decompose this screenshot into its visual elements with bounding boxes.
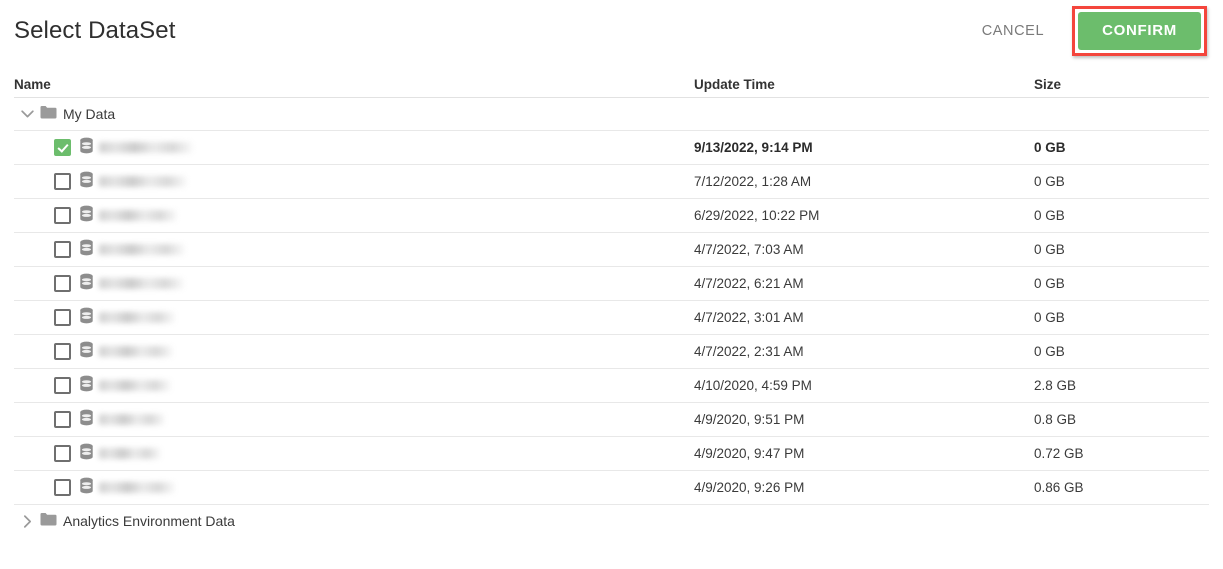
table-row[interactable]: 4/7/2022, 6:21 AM 0 GB [14, 267, 1209, 301]
cell-name [14, 443, 694, 465]
table-row[interactable]: 6/29/2022, 10:22 PM 0 GB [14, 199, 1209, 233]
database-icon [79, 239, 94, 261]
cell-update-time: 6/29/2022, 10:22 PM [694, 208, 820, 223]
chevron-down-icon[interactable] [14, 107, 40, 122]
cell-size: 0 GB [1034, 208, 1065, 223]
dataset-name [99, 448, 161, 459]
dataset-name [99, 414, 165, 425]
table-row[interactable]: 4/9/2020, 9:47 PM 0.72 GB [14, 437, 1209, 471]
cell-update-time: 4/7/2022, 7:03 AM [694, 242, 804, 257]
row-checkbox[interactable] [54, 207, 71, 224]
confirm-button-highlight: CONFIRM [1072, 6, 1207, 56]
cancel-button[interactable]: CANCEL [968, 13, 1058, 49]
row-checkbox[interactable] [54, 343, 71, 360]
table-row[interactable]: 4/9/2020, 9:26 PM 0.86 GB [14, 471, 1209, 505]
dataset-name [99, 244, 185, 255]
cell-name [14, 273, 694, 295]
confirm-button[interactable]: CONFIRM [1078, 12, 1201, 50]
cell-name [14, 375, 694, 397]
cell-name [14, 341, 694, 363]
database-icon [79, 443, 94, 465]
dataset-name [99, 278, 184, 289]
dataset-name [99, 176, 187, 187]
dataset-table: Name Update Time Size My Data 9/13/2022, … [0, 62, 1223, 537]
table-row[interactable]: 4/7/2022, 3:01 AM 0 GB [14, 301, 1209, 335]
dialog-actions: CANCEL CONFIRM [968, 6, 1209, 56]
table-row[interactable]: 4/9/2020, 9:51 PM 0.8 GB [14, 403, 1209, 437]
database-icon [79, 375, 94, 397]
column-header-update-time[interactable]: Update Time [694, 77, 1034, 92]
cell-size: 0.8 GB [1034, 412, 1077, 427]
folder-row[interactable]: Analytics Environment Data [14, 505, 1209, 537]
cell-name [14, 477, 694, 499]
cell-size: 0 GB [1034, 310, 1065, 325]
cell-update-time: 4/10/2020, 4:59 PM [694, 378, 812, 393]
table-row[interactable]: 4/7/2022, 7:03 AM 0 GB [14, 233, 1209, 267]
folder-icon [40, 512, 57, 531]
dataset-name [99, 210, 177, 221]
row-checkbox[interactable] [54, 377, 71, 394]
database-icon [79, 171, 94, 193]
table-row[interactable]: 7/12/2022, 1:28 AM 0 GB [14, 165, 1209, 199]
cell-update-time: 4/7/2022, 2:31 AM [694, 344, 804, 359]
folder-icon [40, 105, 57, 124]
cell-size: 2.8 GB [1034, 378, 1077, 393]
cell-update-time: 4/9/2020, 9:51 PM [694, 412, 805, 427]
cell-update-time: 4/9/2020, 9:47 PM [694, 446, 805, 461]
cell-update-time: 4/7/2022, 3:01 AM [694, 310, 804, 325]
folder-label: Analytics Environment Data [63, 513, 235, 529]
column-header-size[interactable]: Size [1034, 77, 1194, 92]
cell-update-time: 7/12/2022, 1:28 AM [694, 174, 812, 189]
database-icon [79, 307, 94, 329]
table-row[interactable]: 9/13/2022, 9:14 PM 0 GB [14, 131, 1209, 165]
cell-size: 0.72 GB [1034, 446, 1084, 461]
dataset-name [99, 312, 175, 323]
database-icon [79, 137, 94, 159]
row-checkbox[interactable] [54, 173, 71, 190]
page-title: Select DataSet [14, 17, 176, 44]
table-header-row: Name Update Time Size [14, 62, 1209, 98]
row-checkbox[interactable] [54, 309, 71, 326]
cell-size: 0 GB [1034, 174, 1065, 189]
row-checkbox[interactable] [54, 445, 71, 462]
database-icon [79, 205, 94, 227]
database-icon [79, 273, 94, 295]
folder-label: My Data [63, 106, 116, 122]
cell-size: 0 GB [1034, 276, 1065, 291]
cell-size: 0 GB [1034, 242, 1065, 257]
chevron-right-icon[interactable] [14, 514, 40, 529]
row-checkbox-checked[interactable] [54, 139, 71, 156]
cell-name [14, 409, 694, 431]
cell-name [14, 171, 694, 193]
cell-size: 0 GB [1034, 140, 1066, 155]
dataset-name [99, 142, 193, 153]
column-header-name[interactable]: Name [14, 77, 694, 92]
table-row[interactable]: 4/10/2020, 4:59 PM 2.8 GB [14, 369, 1209, 403]
database-icon [79, 409, 94, 431]
cell-size: 0.86 GB [1034, 480, 1084, 495]
cell-update-time: 4/7/2022, 6:21 AM [694, 276, 804, 291]
row-checkbox[interactable] [54, 479, 71, 496]
dataset-name [99, 380, 171, 391]
cell-name [14, 239, 694, 261]
dataset-name [99, 482, 175, 493]
cell-name [14, 307, 694, 329]
cell-name [14, 205, 694, 227]
folder-row[interactable]: My Data [14, 98, 1209, 131]
database-icon [79, 477, 94, 499]
row-checkbox[interactable] [54, 411, 71, 428]
table-row[interactable]: 4/7/2022, 2:31 AM 0 GB [14, 335, 1209, 369]
cell-update-time: 9/13/2022, 9:14 PM [694, 140, 813, 155]
table-body: My Data 9/13/2022, 9:14 PM 0 GB 7/12/2022, … [14, 98, 1209, 537]
cell-name [14, 137, 694, 159]
cell-size: 0 GB [1034, 344, 1065, 359]
database-icon [79, 341, 94, 363]
row-checkbox[interactable] [54, 275, 71, 292]
dialog-header: Select DataSet CANCEL CONFIRM [0, 0, 1223, 62]
row-checkbox[interactable] [54, 241, 71, 258]
cell-update-time: 4/9/2020, 9:26 PM [694, 480, 805, 495]
dataset-name [99, 346, 173, 357]
